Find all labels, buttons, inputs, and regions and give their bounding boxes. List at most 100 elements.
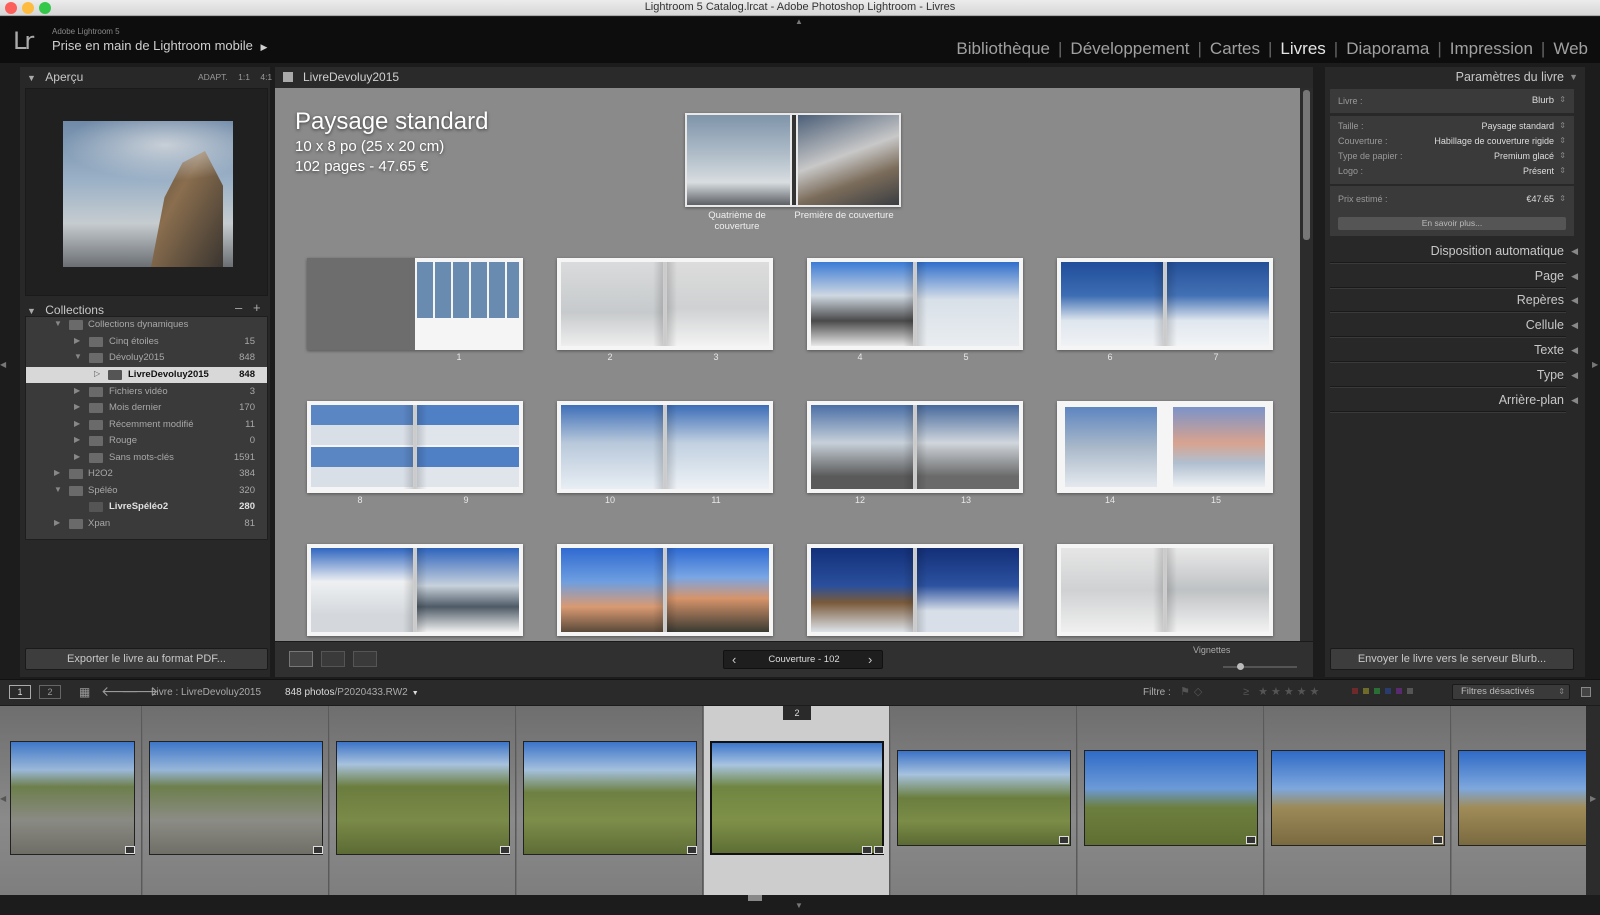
- expand-triangle-icon[interactable]: ◀: [1571, 395, 1578, 406]
- collection-item-selected[interactable]: ▷ LivreDevoluy2015 848: [26, 367, 267, 383]
- rating-filter-stars[interactable]: ≥ ★★★★★: [1243, 685, 1322, 698]
- navigator-preview[interactable]: [25, 88, 268, 296]
- expand-triangle-icon[interactable]: ◀: [1571, 295, 1578, 306]
- collection-item[interactable]: ▶ Xpan 81: [27, 516, 267, 532]
- page-spread[interactable]: [807, 258, 1023, 350]
- expand-triangle-icon[interactable]: ◀: [1571, 345, 1578, 356]
- filmstrip-cell[interactable]: [891, 706, 1077, 895]
- expand-triangle-icon[interactable]: ◀: [1571, 370, 1578, 381]
- page-spread[interactable]: [557, 544, 773, 636]
- filter-lock-icon[interactable]: [1581, 687, 1591, 697]
- collapse-triangle-icon[interactable]: ▼: [1569, 72, 1578, 82]
- filmstrip-cell[interactable]: [1078, 706, 1264, 895]
- collection-item[interactable]: ▼ Spéléo 320: [27, 483, 267, 499]
- multi-page-view-icon[interactable]: [289, 651, 313, 667]
- slider-thumb[interactable]: [1237, 663, 1244, 670]
- module-map[interactable]: Cartes: [1202, 39, 1268, 59]
- filmstrip-cell[interactable]: [517, 706, 703, 895]
- red-label-filter[interactable]: [1352, 688, 1358, 694]
- remove-collection-button[interactable]: –: [235, 300, 242, 315]
- page-spread[interactable]: [557, 258, 773, 350]
- previous-page-button[interactable]: ‹: [732, 652, 736, 667]
- expand-triangle-icon[interactable]: ◀: [1571, 246, 1578, 257]
- collections-header[interactable]: ▼ Collections: [27, 303, 104, 317]
- page-spread[interactable]: [307, 544, 523, 636]
- navigator-header[interactable]: ▼ Aperçu: [27, 70, 83, 84]
- collection-set-smart[interactable]: ▼ Collections dynamiques: [27, 317, 267, 333]
- page-spread[interactable]: [807, 401, 1023, 493]
- collection-item[interactable]: ▶ Mois dernier 170: [27, 400, 267, 416]
- secondary-window-button[interactable]: 2: [39, 685, 61, 699]
- expand-triangle-icon[interactable]: ◀: [1571, 271, 1578, 282]
- collapse-left-panel-icon[interactable]: ◀: [0, 360, 6, 369]
- filmstrip-source[interactable]: Livre : LivreDevoluy2015: [151, 687, 261, 698]
- page-spread[interactable]: [557, 401, 773, 493]
- filmstrip-cell[interactable]: [0, 706, 142, 895]
- add-collection-button[interactable]: +: [253, 300, 261, 315]
- section-text[interactable]: Texte: [1534, 343, 1564, 357]
- page-spread[interactable]: [1057, 258, 1273, 350]
- logo-value[interactable]: Présent: [1523, 166, 1554, 176]
- filmstrip[interactable]: 2 ▶ ◀: [0, 706, 1600, 895]
- book-settings-header[interactable]: Paramètres du livre: [1456, 70, 1564, 84]
- next-page-button[interactable]: ›: [868, 652, 872, 667]
- filmstrip-cell-selected[interactable]: 2: [704, 706, 890, 895]
- module-print[interactable]: Impression: [1442, 39, 1541, 59]
- collapse-filmstrip-icon[interactable]: ▼: [795, 901, 803, 910]
- green-label-filter[interactable]: [1374, 688, 1380, 694]
- module-slideshow[interactable]: Diaporama: [1338, 39, 1437, 59]
- filmstrip-photo-count[interactable]: 848 photos/P2020433.RW2 ▼: [285, 687, 419, 698]
- book-cover[interactable]: [685, 113, 901, 207]
- section-page[interactable]: Page: [1535, 269, 1564, 283]
- filmstrip-cell[interactable]: [1452, 706, 1600, 895]
- primary-window-button[interactable]: 1: [9, 685, 31, 699]
- zoom-1-1[interactable]: 1:1: [238, 72, 250, 82]
- send-to-blurb-button[interactable]: Envoyer le livre vers le serveur Blurb..…: [1330, 648, 1574, 670]
- expand-triangle-icon[interactable]: ◀: [1571, 320, 1578, 331]
- cover-value[interactable]: Habillage de couverture rigide: [1434, 136, 1554, 146]
- collection-item[interactable]: ▶ Sans mots-clés 1591: [27, 450, 267, 466]
- single-page-view-icon[interactable]: [353, 651, 377, 667]
- collection-item[interactable]: ▶ Cinq étoiles 15: [27, 334, 267, 350]
- zoom-4-1[interactable]: 4:1: [260, 72, 272, 82]
- filmstrip-cell[interactable]: [330, 706, 516, 895]
- page-spread[interactable]: [307, 401, 523, 493]
- collection-item[interactable]: ▶ H2O2 384: [27, 466, 267, 482]
- purple-label-filter[interactable]: [1396, 688, 1402, 694]
- collapse-right-panel-icon[interactable]: ▶: [1592, 360, 1598, 369]
- module-book[interactable]: Livres: [1272, 39, 1333, 59]
- page-spread[interactable]: [1057, 401, 1273, 493]
- learn-more-button[interactable]: En savoir plus...: [1338, 217, 1566, 230]
- collection-item[interactable]: ▶ Récemment modifié 11: [27, 417, 267, 433]
- collection-item[interactable]: ▶ Rouge 0: [27, 433, 267, 449]
- filmstrip-cell[interactable]: [1265, 706, 1451, 895]
- thumbnail-size-slider[interactable]: [1223, 663, 1297, 670]
- section-auto-layout[interactable]: Disposition automatique: [1431, 244, 1564, 258]
- module-web[interactable]: Web: [1545, 39, 1596, 59]
- section-guides[interactable]: Repères: [1517, 293, 1564, 307]
- spread-view-icon[interactable]: [321, 651, 345, 667]
- paper-type-value[interactable]: Premium glacé: [1494, 151, 1554, 161]
- scrollbar-thumb[interactable]: [1303, 90, 1310, 240]
- filmstrip-scrollbar-thumb[interactable]: [748, 895, 762, 901]
- section-cell[interactable]: Cellule: [1526, 318, 1564, 332]
- page-spread[interactable]: [1057, 544, 1273, 636]
- section-type[interactable]: Type: [1537, 368, 1564, 382]
- collapse-top-panel-icon[interactable]: ▲: [795, 17, 803, 26]
- export-pdf-button[interactable]: Exporter le livre au format PDF...: [25, 648, 268, 670]
- book-type-row[interactable]: Livre : Blurb ⇕: [1330, 89, 1574, 113]
- module-library[interactable]: Bibliothèque: [948, 39, 1058, 59]
- filmstrip-scroll-right-icon[interactable]: ▶: [1590, 794, 1596, 803]
- grid-view-icon[interactable]: ▦: [79, 685, 90, 699]
- filmstrip-cell[interactable]: [143, 706, 329, 895]
- size-value[interactable]: Paysage standard: [1481, 121, 1554, 131]
- color-label-filters[interactable]: [1352, 688, 1442, 694]
- collection-item[interactable]: ▼ Dévoluy2015 848: [27, 350, 267, 366]
- collection-item[interactable]: LivreSpéléo2 280: [27, 499, 267, 515]
- flag-filter-icons[interactable]: ⚑◇: [1180, 685, 1206, 698]
- page-spread[interactable]: [807, 544, 1023, 636]
- section-background[interactable]: Arrière-plan: [1499, 393, 1564, 407]
- blue-label-filter[interactable]: [1385, 688, 1391, 694]
- identity-plate-main[interactable]: Prise en main de Lightroom mobile ▶: [52, 38, 267, 53]
- book-type-value[interactable]: Blurb: [1532, 95, 1554, 106]
